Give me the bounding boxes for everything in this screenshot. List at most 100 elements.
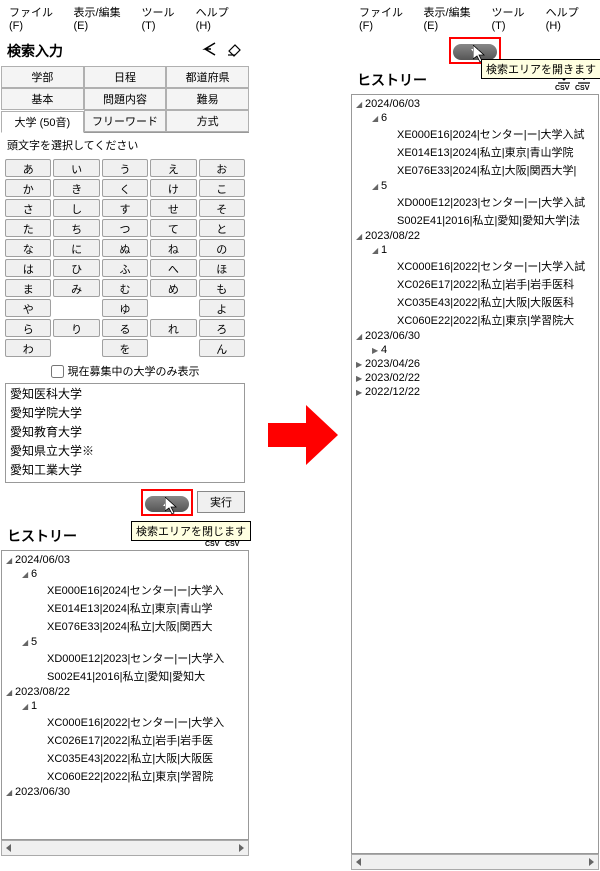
kana-button[interactable]: ち (53, 219, 99, 237)
tab-nani[interactable]: 難易 (166, 88, 249, 110)
kana-button[interactable]: り (53, 319, 99, 337)
kana-button[interactable]: け (150, 179, 196, 197)
kana-button[interactable]: う (102, 159, 148, 177)
expand-search-button[interactable] (453, 44, 497, 60)
tree-node[interactable]: XC026E17|2022|私立|岩手|岩手医 (4, 731, 246, 749)
kana-button[interactable]: と (199, 219, 245, 237)
chevron-right-icon[interactable]: ▶ (356, 360, 365, 369)
list-item[interactable]: 愛知県立大学※ (6, 441, 244, 460)
chevron-down-icon[interactable]: ◢ (6, 556, 15, 565)
tree-node[interactable]: XE076E33|2024|私立|大阪|関西大 (4, 617, 246, 635)
tab-gakubu[interactable]: 学部 (1, 66, 84, 88)
list-item[interactable]: 愛知医科大学 (6, 384, 244, 403)
menu-view[interactable]: 表示/編集(E) (70, 3, 136, 33)
kana-button[interactable]: へ (150, 259, 196, 277)
execute-button[interactable]: 実行 (197, 491, 245, 513)
kana-button[interactable]: ろ (199, 319, 245, 337)
kana-button[interactable]: さ (5, 199, 51, 217)
chevron-down-icon[interactable]: ◢ (6, 688, 15, 697)
tree-node[interactable]: XC000E16|2022|センター|ー|大学入試 (354, 257, 596, 275)
tree-right-scrollbar[interactable] (351, 854, 599, 870)
tab-free[interactable]: フリーワード (84, 110, 167, 132)
kana-button[interactable]: ふ (102, 259, 148, 277)
tree-left-scrollbar[interactable] (1, 840, 249, 856)
back-icon[interactable] (201, 39, 219, 62)
list-item[interactable]: 愛知教育大学 (6, 422, 244, 441)
kana-button[interactable]: え (150, 159, 196, 177)
menu-tool[interactable]: ツール(T) (137, 3, 189, 33)
tree-node[interactable]: XD000E12|2023|センター|ー|大学入 (4, 649, 246, 667)
chevron-down-icon[interactable]: ◢ (22, 702, 31, 711)
kana-button[interactable]: い (53, 159, 99, 177)
tab-pref[interactable]: 都道府県 (166, 66, 249, 88)
tree-node[interactable]: XC000E16|2022|センター|ー|大学入 (4, 713, 246, 731)
kana-button[interactable]: お (199, 159, 245, 177)
kana-button[interactable]: た (5, 219, 51, 237)
collapse-search-button[interactable] (145, 496, 189, 512)
kana-button[interactable]: み (53, 279, 99, 297)
tree-node[interactable]: ◢1 (4, 699, 246, 713)
kana-button[interactable]: す (102, 199, 148, 217)
kana-button[interactable]: る (102, 319, 148, 337)
tree-node[interactable]: ▶2023/02/22 (354, 371, 596, 385)
kana-button[interactable]: ら (5, 319, 51, 337)
kana-button[interactable]: む (102, 279, 148, 297)
kana-button[interactable]: は (5, 259, 51, 277)
tree-node[interactable]: ◢2023/08/22 (354, 229, 596, 243)
chevron-down-icon[interactable]: ◢ (356, 232, 365, 241)
history-tree-right[interactable]: ◢2024/06/03◢6XE000E16|2024|センター|ー|大学入試XE… (351, 94, 599, 854)
tree-node[interactable]: XC035E43|2022|私立|大阪|大阪医 (4, 749, 246, 767)
tree-node[interactable]: XE076E33|2024|私立|大阪|関西大学| (354, 161, 596, 179)
kana-button[interactable]: き (53, 179, 99, 197)
tree-node[interactable]: XD000E12|2023|センター|ー|大学入試 (354, 193, 596, 211)
tree-node[interactable]: ◢2023/08/22 (4, 685, 246, 699)
tree-node[interactable]: S002E41|2016|私立|愛知|愛知大 (4, 667, 246, 685)
menu-help-r[interactable]: ヘルプ(H) (542, 3, 595, 33)
chevron-right-icon[interactable]: ▶ (356, 388, 365, 397)
chevron-down-icon[interactable]: ◢ (6, 788, 15, 797)
tab-univ[interactable]: 大学 (50音) (1, 111, 84, 133)
tree-node[interactable]: ◢5 (4, 635, 246, 649)
kana-button[interactable]: わ (5, 339, 51, 357)
kana-button[interactable]: よ (199, 299, 245, 317)
chevron-down-icon[interactable]: ◢ (372, 114, 381, 123)
tree-node[interactable]: ◢5 (354, 179, 596, 193)
kana-button[interactable]: ま (5, 279, 51, 297)
kana-button[interactable]: ひ (53, 259, 99, 277)
kana-button[interactable]: れ (150, 319, 196, 337)
kana-button[interactable]: ぬ (102, 239, 148, 257)
tree-node[interactable]: XC060E22|2022|私立|東京|学習院 (4, 767, 246, 785)
kana-button[interactable]: め (150, 279, 196, 297)
tree-node[interactable]: XE014E13|2024|私立|東京|青山学 (4, 599, 246, 617)
menu-file[interactable]: ファイル(F) (5, 3, 68, 33)
tree-node[interactable]: ◢6 (354, 111, 596, 125)
kana-button[interactable]: く (102, 179, 148, 197)
tree-node[interactable]: XC060E22|2022|私立|東京|学習院大 (354, 311, 596, 329)
kana-button[interactable]: も (199, 279, 245, 297)
kana-button[interactable]: か (5, 179, 51, 197)
kana-button[interactable]: ほ (199, 259, 245, 277)
kana-button[interactable]: て (150, 219, 196, 237)
kana-button[interactable]: ゆ (102, 299, 148, 317)
kana-button[interactable]: そ (199, 199, 245, 217)
tab-nittei[interactable]: 日程 (84, 66, 167, 88)
chevron-down-icon[interactable]: ◢ (22, 570, 31, 579)
kana-button[interactable]: の (199, 239, 245, 257)
chevron-down-icon[interactable]: ◢ (356, 100, 365, 109)
tree-node[interactable]: ◢2023/06/30 (4, 785, 246, 799)
tree-node[interactable]: XC035E43|2022|私立|大阪|大阪医科 (354, 293, 596, 311)
list-item[interactable]: 愛知学院大学 (6, 403, 244, 422)
tree-node[interactable]: ◢2024/06/03 (354, 97, 596, 111)
tab-kihon[interactable]: 基本 (1, 88, 84, 110)
tree-node[interactable]: ▶2022/12/22 (354, 385, 596, 399)
list-item[interactable]: 愛知工業大学 (6, 460, 244, 479)
chevron-down-icon[interactable]: ◢ (22, 638, 31, 647)
menu-file-r[interactable]: ファイル(F) (355, 3, 418, 33)
kana-button[interactable]: に (53, 239, 99, 257)
kana-button[interactable]: つ (102, 219, 148, 237)
chevron-down-icon[interactable]: ◢ (372, 246, 381, 255)
chevron-right-icon[interactable]: ▶ (372, 346, 381, 355)
kana-button[interactable]: あ (5, 159, 51, 177)
kana-button[interactable]: や (5, 299, 51, 317)
tab-method[interactable]: 方式 (166, 110, 249, 132)
